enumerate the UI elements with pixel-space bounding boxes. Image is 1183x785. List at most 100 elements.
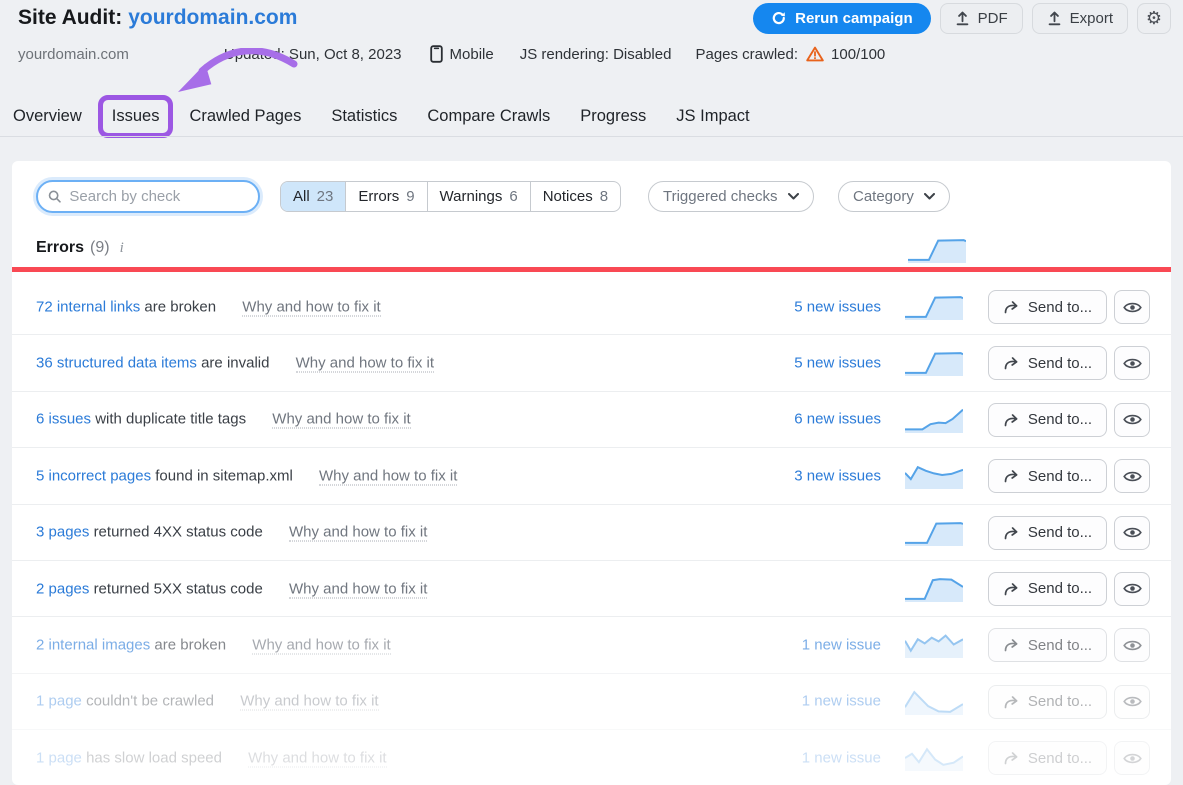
eye-icon: [1123, 582, 1142, 595]
page-title-domain[interactable]: yourdomain.com: [128, 6, 297, 29]
send-arrow-icon: [1003, 751, 1019, 765]
send-to-button[interactable]: Send to...: [988, 628, 1107, 662]
meta-js-rendering: JS rendering: Disabled: [520, 46, 672, 63]
send-to-button[interactable]: Send to...: [988, 516, 1107, 550]
tab-statistics[interactable]: Statistics: [329, 100, 399, 133]
new-issues-link[interactable]: 1 new issue: [802, 749, 881, 766]
new-issues-link[interactable]: 5 new issues: [794, 355, 881, 372]
search-box[interactable]: [36, 180, 260, 213]
watch-button[interactable]: [1114, 741, 1150, 775]
issue-link[interactable]: 1 page: [36, 749, 82, 766]
new-issues-link[interactable]: 3 new issues: [794, 467, 881, 484]
issue-link[interactable]: 3 pages: [36, 524, 89, 541]
issue-link[interactable]: 72 internal links: [36, 298, 140, 315]
filter-errors[interactable]: Errors9: [346, 182, 427, 211]
issue-description: 36 structured data items are invalid Why…: [36, 355, 434, 372]
warning-icon[interactable]: [806, 46, 824, 62]
issue-trend-sparkline: [905, 689, 963, 715]
issues-list: 72 internal links are broken Why and how…: [12, 279, 1171, 785]
fix-link[interactable]: Why and how to fix it: [296, 355, 434, 373]
new-issues-link[interactable]: 6 new issues: [794, 411, 881, 428]
issue-link[interactable]: 6 issues: [36, 411, 91, 428]
tab-crawled-pages[interactable]: Crawled Pages: [187, 100, 303, 133]
fix-link[interactable]: Why and how to fix it: [240, 693, 378, 711]
fix-link[interactable]: Why and how to fix it: [248, 749, 386, 767]
send-to-label: Send to...: [1028, 299, 1092, 316]
meta-updated: Updated: Sun, Oct 8, 2023: [224, 46, 402, 63]
filter-notices[interactable]: Notices8: [531, 182, 620, 211]
filter-warnings[interactable]: Warnings6: [428, 182, 531, 211]
fix-link[interactable]: Why and how to fix it: [272, 411, 410, 429]
send-to-label: Send to...: [1028, 580, 1092, 597]
new-issues-link[interactable]: 1 new issue: [802, 693, 881, 710]
watch-button[interactable]: [1114, 572, 1150, 606]
watch-button[interactable]: [1114, 628, 1150, 662]
watch-button[interactable]: [1114, 459, 1150, 493]
eye-icon: [1123, 752, 1142, 765]
new-issues-link[interactable]: 5 new issues: [794, 298, 881, 315]
send-to-label: Send to...: [1028, 750, 1092, 767]
watch-button[interactable]: [1114, 346, 1150, 380]
issue-link[interactable]: 2 internal images: [36, 637, 150, 654]
filter-all[interactable]: All23: [281, 182, 346, 211]
search-input[interactable]: [69, 188, 248, 205]
meta-device: Mobile: [430, 45, 494, 63]
issues-panel: All23Errors9Warnings6Notices8 Triggered …: [12, 161, 1171, 785]
pdf-button[interactable]: PDF: [940, 3, 1023, 34]
issue-row: 2 pages returned 5XX status code Why and…: [12, 561, 1171, 617]
send-to-button[interactable]: Send to...: [988, 685, 1107, 719]
eye-icon: [1123, 695, 1142, 708]
category-dropdown[interactable]: Category: [838, 181, 950, 212]
send-to-button[interactable]: Send to...: [988, 290, 1107, 324]
triggered-checks-dropdown[interactable]: Triggered checks: [648, 181, 814, 212]
export-button[interactable]: Export: [1032, 3, 1128, 34]
info-icon[interactable]: i: [120, 240, 124, 257]
fix-link[interactable]: Why and how to fix it: [242, 298, 380, 316]
issue-trend-sparkline: [905, 463, 963, 489]
category-label: Category: [853, 188, 914, 205]
issue-text: are broken: [154, 637, 226, 654]
tab-progress[interactable]: Progress: [578, 100, 648, 133]
issue-description: 3 pages returned 4XX status code Why and…: [36, 524, 427, 541]
send-to-label: Send to...: [1028, 355, 1092, 372]
issue-link[interactable]: 1 page: [36, 693, 82, 710]
tab-compare-crawls[interactable]: Compare Crawls: [425, 100, 552, 133]
rerun-campaign-button[interactable]: Rerun campaign: [753, 3, 931, 34]
issue-link[interactable]: 2 pages: [36, 580, 89, 597]
fix-link[interactable]: Why and how to fix it: [319, 467, 457, 485]
fix-link[interactable]: Why and how to fix it: [289, 580, 427, 598]
send-to-button[interactable]: Send to...: [988, 572, 1107, 606]
watch-button[interactable]: [1114, 403, 1150, 437]
filter-count: 9: [406, 188, 414, 205]
send-to-button[interactable]: Send to...: [988, 459, 1107, 493]
tab-js-impact[interactable]: JS Impact: [674, 100, 751, 133]
errors-title: Errors: [36, 239, 84, 257]
send-arrow-icon: [1003, 356, 1019, 370]
new-issues-link[interactable]: 1 new issue: [802, 637, 881, 654]
send-to-button[interactable]: Send to...: [988, 403, 1107, 437]
issue-trend-sparkline: [905, 632, 963, 658]
tab-issues[interactable]: Issues: [110, 100, 162, 133]
issue-link[interactable]: 5 incorrect pages: [36, 467, 151, 484]
watch-button[interactable]: [1114, 685, 1150, 719]
settings-button[interactable]: ⚙: [1137, 3, 1171, 34]
issue-trend-sparkline: [905, 576, 963, 602]
fix-link[interactable]: Why and how to fix it: [252, 637, 390, 655]
issue-row: 36 structured data items are invalid Why…: [12, 335, 1171, 391]
watch-button[interactable]: [1114, 290, 1150, 324]
send-to-button[interactable]: Send to...: [988, 741, 1107, 775]
issue-row: 5 incorrect pages found in sitemap.xml W…: [12, 448, 1171, 504]
severity-filter: All23Errors9Warnings6Notices8: [280, 181, 621, 212]
rerun-campaign-label: Rerun campaign: [795, 10, 913, 27]
filter-count: 8: [600, 188, 608, 205]
issue-trend-sparkline: [905, 745, 963, 771]
watch-button[interactable]: [1114, 516, 1150, 550]
filter-count: 23: [317, 188, 334, 205]
header-actions: Rerun campaign PDF Export ⚙: [753, 3, 1171, 34]
send-to-button[interactable]: Send to...: [988, 346, 1107, 380]
issue-description: 5 incorrect pages found in sitemap.xml W…: [36, 467, 457, 484]
triggered-checks-label: Triggered checks: [663, 188, 778, 205]
fix-link[interactable]: Why and how to fix it: [289, 524, 427, 542]
tab-overview[interactable]: Overview: [11, 100, 84, 133]
issue-link[interactable]: 36 structured data items: [36, 355, 197, 372]
